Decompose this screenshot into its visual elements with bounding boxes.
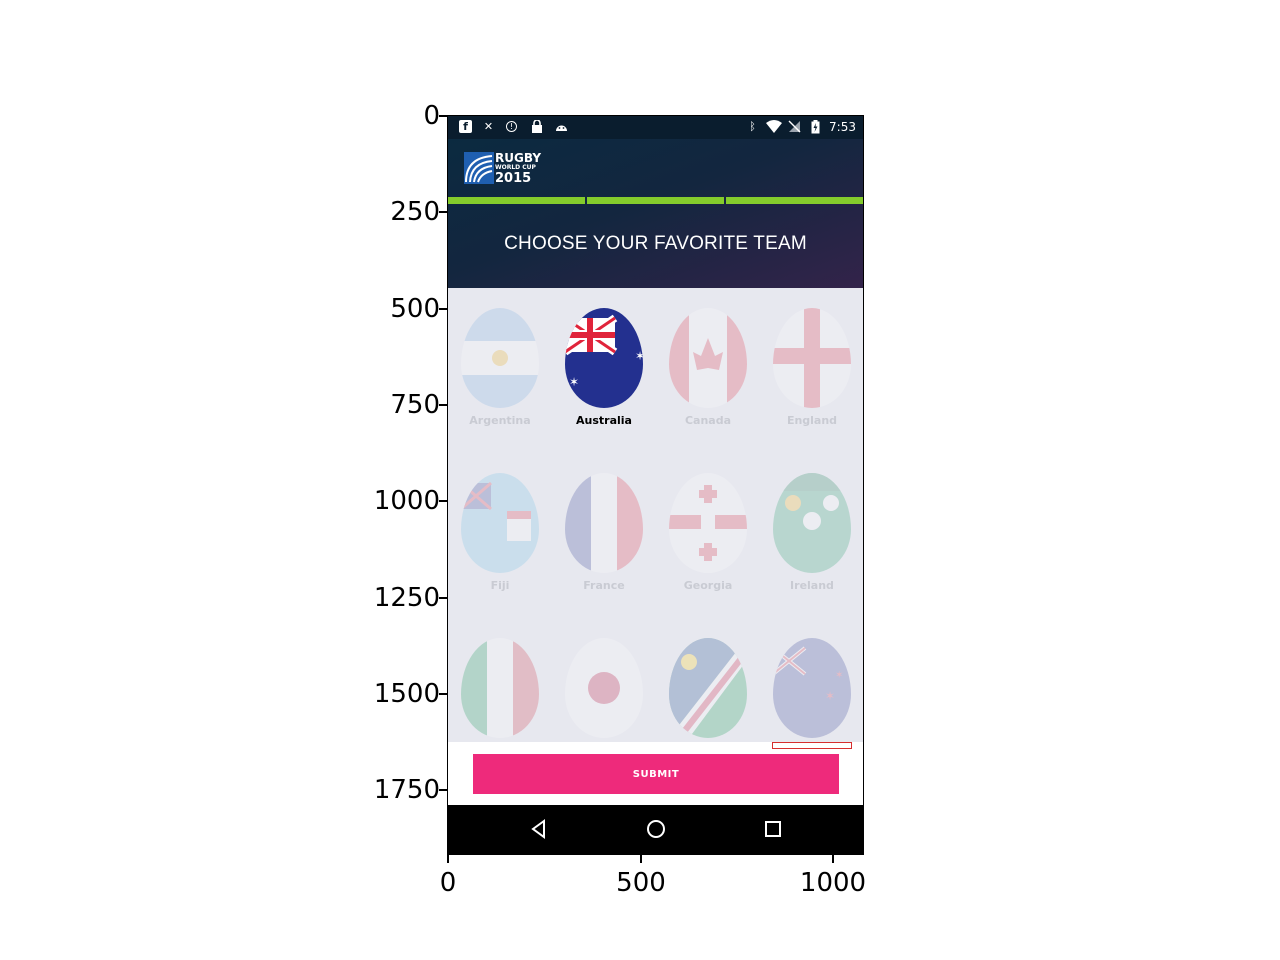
y-tick-label: 1500 [373, 679, 440, 709]
england-flag-icon [773, 308, 851, 408]
lock-icon [530, 119, 543, 133]
team-name: Canada [684, 414, 732, 427]
team-argentina[interactable]: Argentina [448, 298, 552, 448]
svg-text:✶: ✶ [635, 349, 643, 363]
y-tick-label: 250 [390, 197, 440, 227]
progress-segment [726, 197, 863, 204]
team-name: Georgia [683, 579, 733, 592]
y-tick [439, 597, 447, 599]
y-tick-label: 1000 [373, 486, 440, 516]
y-tick-label: 1250 [373, 583, 440, 613]
namibia-flag-icon [669, 638, 747, 738]
clock: 7:53 [829, 120, 856, 134]
team-georgia[interactable]: Georgia [656, 463, 760, 613]
logo-line-year: 2015 [495, 171, 532, 186]
highlight-box [772, 742, 852, 749]
team-grid: Argentina ✶ ✶ Australia [448, 288, 863, 742]
submit-area: SUBMIT [448, 742, 863, 805]
italy-flag-icon [461, 638, 539, 738]
x-tick-label: 0 [439, 868, 457, 898]
phone-screen: f ✕ ! ᛒ 7:53 RUGBY WORLD CUP 2015 CHOOSE… [447, 115, 864, 855]
progress-segment [448, 197, 585, 204]
ireland-flag-icon [773, 473, 851, 573]
fiji-flag-icon [461, 473, 539, 573]
svg-text:✶: ✶ [569, 375, 579, 389]
wifi-icon [766, 120, 782, 133]
y-tick-label: 0 [423, 101, 440, 131]
y-tick-label: 500 [390, 294, 440, 324]
info-icon: ! [506, 121, 517, 132]
canada-flag-icon [669, 308, 747, 408]
x-tick [447, 855, 449, 863]
japan-flag-icon [565, 638, 643, 738]
progress-bar [448, 197, 863, 204]
navigation-bar [448, 805, 863, 854]
team-australia[interactable]: ✶ ✶ Australia [552, 298, 656, 448]
back-icon[interactable] [527, 817, 551, 841]
team-name: England [786, 414, 838, 427]
y-tick [439, 789, 447, 791]
svg-text:✶: ✶ [835, 670, 843, 681]
y-tick [439, 404, 447, 406]
x-tick [640, 855, 642, 863]
recents-icon[interactable] [761, 817, 785, 841]
x-tick-label: 1000 [799, 868, 867, 898]
tools-icon: ✕ [483, 120, 494, 133]
y-tick [439, 115, 447, 117]
x-tick-label: 500 [616, 868, 666, 898]
team-name: Australia [576, 414, 632, 427]
y-tick [439, 500, 447, 502]
app-header: RUGBY WORLD CUP 2015 CHOOSE YOUR FAVORIT… [448, 139, 863, 288]
bluetooth-icon: ᛒ [749, 120, 756, 133]
new-zealand-flag-icon: ✶ ✶ [773, 638, 851, 738]
x-tick [832, 855, 834, 863]
svg-text:✶: ✶ [825, 689, 835, 703]
team-france[interactable]: France [552, 463, 656, 613]
page-title: CHOOSE YOUR FAVORITE TEAM [504, 233, 807, 254]
battery-icon [809, 120, 822, 134]
y-tick-label: 750 [390, 390, 440, 420]
team-name: Argentina [469, 414, 531, 427]
logo-line-rugby: RUGBY [495, 151, 542, 165]
home-icon[interactable] [644, 817, 668, 841]
progress-segment [587, 197, 724, 204]
y-tick-label: 1750 [373, 775, 440, 805]
y-tick [439, 308, 447, 310]
status-bar: f ✕ ! ᛒ 7:53 [448, 116, 863, 139]
y-tick [439, 693, 447, 695]
france-flag-icon [565, 473, 643, 573]
team-ireland[interactable]: Ireland [760, 463, 863, 613]
georgia-flag-icon [669, 473, 747, 573]
team-name: Fiji [490, 579, 510, 592]
no-sim-icon [788, 120, 801, 133]
australia-flag-icon: ✶ ✶ [565, 308, 643, 408]
argentina-flag-icon [461, 308, 539, 408]
team-name: Ireland [790, 579, 834, 592]
android-icon [555, 120, 568, 133]
rugby-world-cup-logo: RUGBY WORLD CUP 2015 [464, 152, 544, 186]
team-england[interactable]: England [760, 298, 863, 448]
submit-button[interactable]: SUBMIT [473, 754, 839, 794]
team-fiji[interactable]: Fiji [448, 463, 552, 613]
team-name: France [583, 579, 625, 592]
facebook-icon: f [459, 120, 472, 133]
team-canada[interactable]: Canada [656, 298, 760, 448]
y-tick [439, 211, 447, 213]
